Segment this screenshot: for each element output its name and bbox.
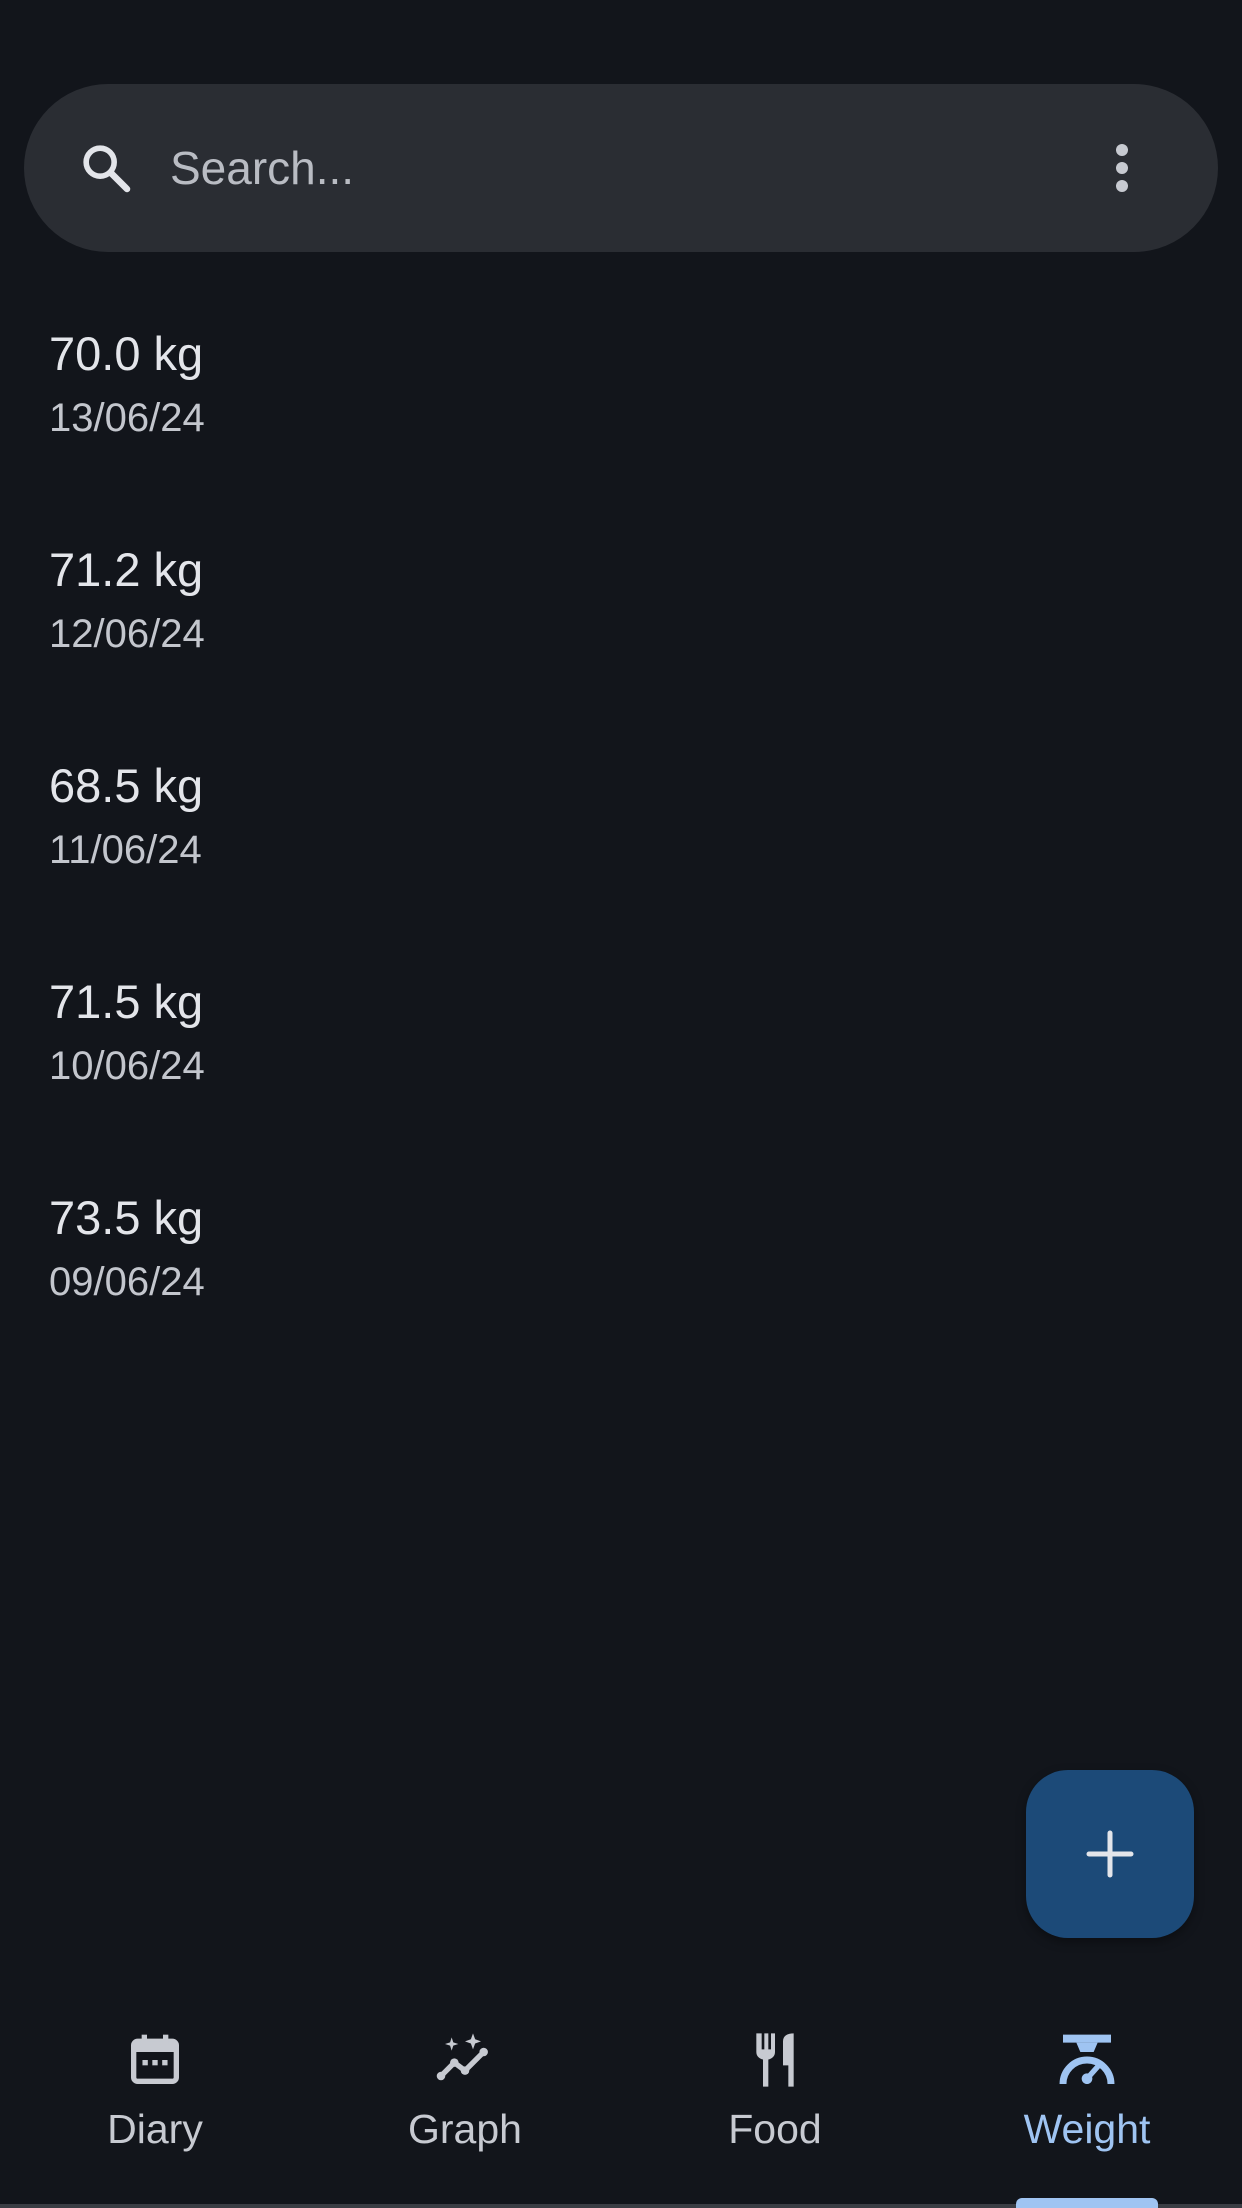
entry-weight: 73.5 kg — [49, 1191, 204, 1244]
add-weight-button[interactable] — [1026, 1770, 1194, 1938]
entry-weight: 68.5 kg — [49, 759, 204, 812]
weight-entry[interactable]: 73.5 kg 09/06/24 — [0, 1190, 1242, 1390]
entry-weight: 71.2 kg — [49, 543, 204, 596]
entry-date: 10/06/24 — [49, 1044, 205, 1088]
nav-item-diary[interactable]: Diary — [0, 1990, 310, 2208]
nav-item-weight[interactable]: Weight — [932, 1990, 1242, 2208]
more-vert-icon-dot — [1116, 180, 1128, 192]
calendar-icon — [131, 2034, 179, 2084]
search-icon[interactable] — [78, 140, 134, 196]
entry-date: 09/06/24 — [49, 1260, 205, 1304]
bottom-navigation: Diary Graph Food Weight — [0, 1990, 1242, 2208]
nav-label-graph: Graph — [408, 2106, 522, 2152]
nav-item-food[interactable]: Food — [620, 1990, 930, 2208]
entry-weight: 71.5 kg — [49, 975, 204, 1028]
fork-knife-icon — [756, 2033, 794, 2087]
plus-icon — [1086, 1830, 1134, 1878]
weight-entry[interactable]: 70.0 kg 13/06/24 — [0, 326, 1242, 526]
more-vert-icon-dot — [1116, 162, 1128, 174]
search-input[interactable] — [170, 128, 1070, 208]
entry-date: 12/06/24 — [49, 612, 205, 656]
entry-date: 13/06/24 — [49, 396, 205, 440]
nav-label-diary: Diary — [107, 2106, 203, 2152]
active-nav-indicator — [1016, 2198, 1158, 2208]
nav-label-food: Food — [728, 2106, 822, 2152]
weight-entry[interactable]: 71.5 kg 10/06/24 — [0, 974, 1242, 1174]
more-options-button[interactable] — [1092, 128, 1152, 208]
more-vert-icon-dot — [1116, 144, 1128, 156]
graph-icon — [436, 2033, 488, 2081]
weight-entry[interactable]: 71.2 kg 12/06/24 — [0, 542, 1242, 742]
nav-label-weight: Weight — [1023, 2106, 1151, 2152]
weight-entry[interactable]: 68.5 kg 11/06/24 — [0, 758, 1242, 958]
entry-weight: 70.0 kg — [49, 327, 204, 380]
nav-item-graph[interactable]: Graph — [310, 1990, 620, 2208]
scale-icon — [1059, 2034, 1115, 2085]
entry-date: 11/06/24 — [49, 828, 202, 872]
